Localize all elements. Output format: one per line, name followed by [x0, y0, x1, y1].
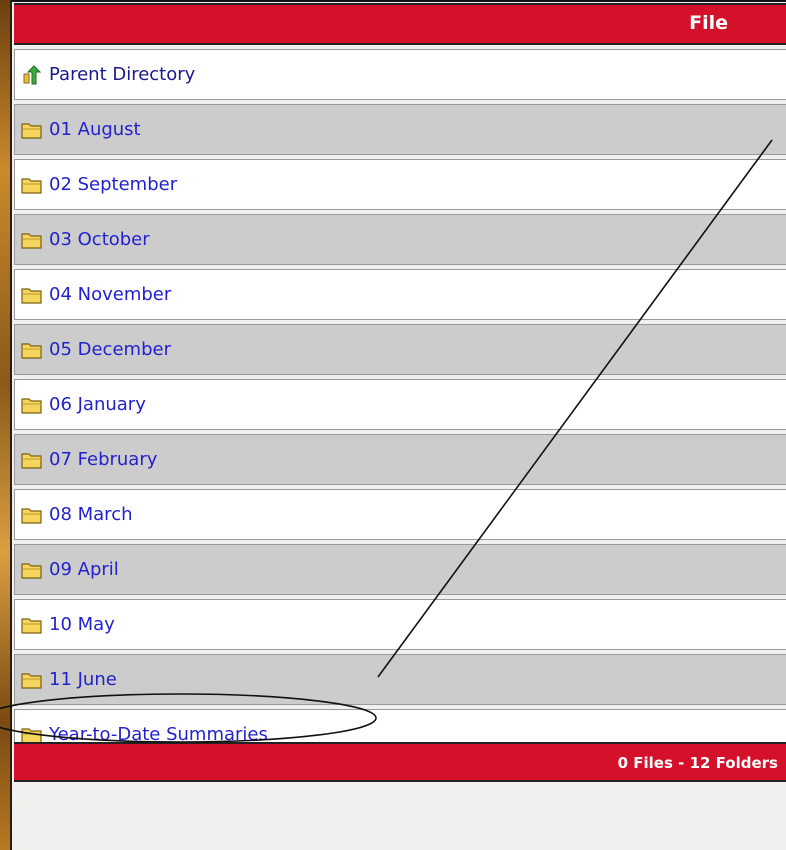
- folder-label[interactable]: 06 January: [49, 394, 146, 415]
- folder-icon: [21, 232, 42, 249]
- folder-icon: [21, 177, 42, 194]
- folder-row[interactable]: 03 October: [14, 214, 786, 265]
- directory-list: Parent Directory 01 August 02 September …: [14, 49, 786, 764]
- folder-label[interactable]: 08 March: [49, 504, 133, 525]
- folder-label[interactable]: 03 October: [49, 229, 150, 250]
- folder-label[interactable]: 01 August: [49, 119, 141, 140]
- folder-row[interactable]: 01 August: [14, 104, 786, 155]
- file-count-status: 0 Files - 12 Folders: [617, 754, 778, 772]
- folder-row[interactable]: 02 September: [14, 159, 786, 210]
- folder-row[interactable]: 07 February: [14, 434, 786, 485]
- folder-row[interactable]: 08 March: [14, 489, 786, 540]
- top-border: [12, 0, 786, 2]
- folder-icon: [21, 617, 42, 634]
- folder-label[interactable]: 10 May: [49, 614, 115, 635]
- folder-icon: [21, 287, 42, 304]
- parent-directory-icon: [23, 64, 42, 84]
- folder-label[interactable]: 02 September: [49, 174, 177, 195]
- folder-label[interactable]: 05 December: [49, 339, 171, 360]
- folder-row[interactable]: 11 June: [14, 654, 786, 705]
- folder-icon: [21, 562, 42, 579]
- folder-icon: [21, 452, 42, 469]
- folder-label[interactable]: 09 April: [49, 559, 119, 580]
- folder-icon: [21, 672, 42, 689]
- folder-label[interactable]: 07 February: [49, 449, 157, 470]
- left-decorative-strip: [0, 0, 10, 850]
- folder-icon: [21, 122, 42, 139]
- folder-label[interactable]: 11 June: [49, 669, 117, 690]
- file-list-header: File: [14, 3, 786, 45]
- folder-row[interactable]: 09 April: [14, 544, 786, 595]
- folder-label[interactable]: 04 November: [49, 284, 171, 305]
- left-strip-edge: [10, 0, 12, 850]
- parent-directory-row[interactable]: Parent Directory: [14, 49, 786, 100]
- folder-icon: [21, 342, 42, 359]
- folder-row[interactable]: 05 December: [14, 324, 786, 375]
- file-list-footer: 0 Files - 12 Folders: [14, 742, 786, 782]
- folder-icon: [21, 507, 42, 524]
- folder-row[interactable]: 10 May: [14, 599, 786, 650]
- parent-directory-label[interactable]: Parent Directory: [49, 64, 195, 85]
- folder-icon: [21, 397, 42, 414]
- folder-row[interactable]: 04 November: [14, 269, 786, 320]
- folder-row[interactable]: 06 January: [14, 379, 786, 430]
- file-column-header[interactable]: File: [689, 12, 728, 34]
